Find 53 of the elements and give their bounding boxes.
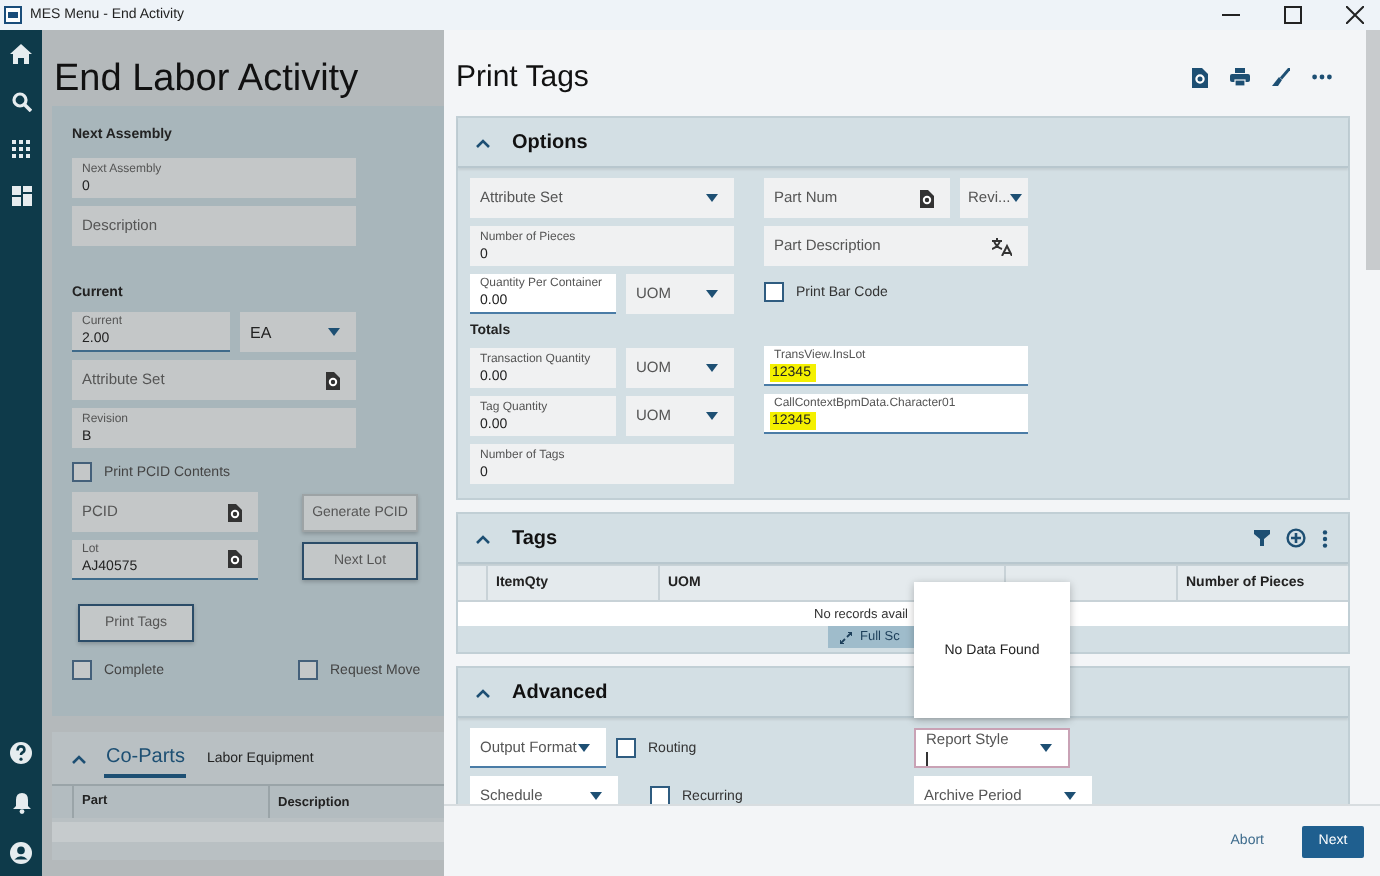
checkbox[interactable] — [72, 660, 92, 680]
checkbox[interactable] — [298, 660, 318, 680]
document-search-icon[interactable] — [324, 371, 340, 389]
field-value: EA — [250, 323, 272, 341]
help-icon[interactable] — [10, 742, 32, 764]
section-title: Advanced — [512, 681, 608, 703]
caret-icon[interactable] — [578, 743, 590, 751]
dropdown-field[interactable]: EA — [240, 312, 356, 352]
section-title: Options — [512, 131, 588, 153]
document-search-icon[interactable] — [918, 189, 934, 207]
caret-icon[interactable] — [706, 412, 718, 420]
translate-icon[interactable] — [992, 237, 1012, 255]
caret-icon[interactable] — [1064, 791, 1076, 799]
print-icon[interactable] — [1230, 68, 1250, 86]
checkbox[interactable] — [72, 462, 92, 482]
caret-icon[interactable] — [706, 290, 718, 298]
brush-icon[interactable] — [1272, 68, 1290, 86]
chevron-icon[interactable] — [476, 687, 490, 697]
more-icon[interactable] — [1322, 529, 1328, 547]
scrollbar[interactable] — [1366, 30, 1380, 270]
expand-icon — [840, 631, 852, 643]
dialog-title: Print Tags — [456, 60, 589, 94]
checkbox[interactable] — [764, 282, 784, 302]
caret-icon[interactable] — [328, 328, 340, 336]
caret-icon[interactable] — [590, 791, 602, 799]
document-search-icon[interactable] — [226, 550, 242, 568]
search-icon[interactable] — [11, 92, 31, 112]
app-icon — [4, 6, 22, 24]
caret-icon[interactable] — [706, 364, 718, 372]
chevron-icon[interactable] — [476, 137, 490, 147]
checkbox[interactable] — [650, 786, 670, 804]
user-icon[interactable] — [10, 842, 32, 864]
home-icon[interactable] — [10, 44, 32, 64]
caret-icon[interactable] — [706, 194, 718, 202]
tab[interactable]: Co-Parts — [104, 739, 187, 777]
close-icon[interactable] — [1346, 6, 1364, 24]
text-cursor — [926, 752, 928, 766]
chevron-icon[interactable] — [476, 533, 490, 543]
dashboard-icon[interactable] — [11, 186, 31, 206]
filter-icon[interactable] — [1254, 530, 1270, 546]
chevron-icon[interactable] — [72, 753, 86, 763]
document-search-icon[interactable] — [226, 503, 242, 521]
page-title: End Labor Activity — [52, 56, 361, 104]
caret-icon[interactable] — [1040, 744, 1052, 752]
caret-icon[interactable] — [1010, 194, 1022, 202]
add-icon[interactable] — [1286, 528, 1306, 548]
section-title: Tags — [512, 527, 558, 549]
grid-icon[interactable] — [12, 140, 30, 158]
bell-icon[interactable] — [11, 792, 31, 814]
more-icon[interactable] — [1312, 74, 1332, 80]
maximize-icon[interactable] — [1284, 6, 1302, 24]
checkbox[interactable] — [616, 738, 636, 758]
document-search-icon[interactable] — [1190, 67, 1208, 87]
